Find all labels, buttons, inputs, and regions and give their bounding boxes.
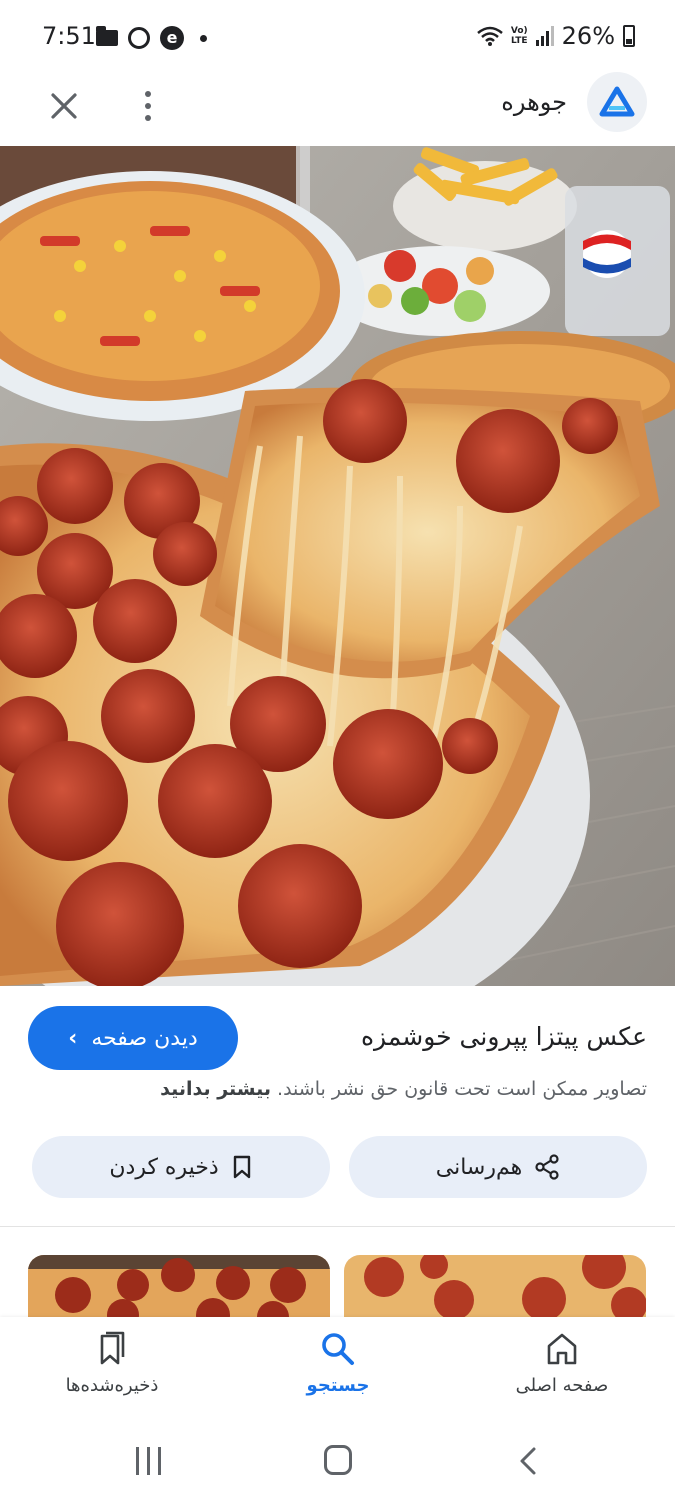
action-row: هم‌رسانی ذخیره کردن (0, 1136, 675, 1200)
chevron-left-icon: ‹ (68, 1025, 78, 1051)
folder-icon (96, 26, 118, 46)
search-icon (322, 1333, 354, 1365)
status-time: 7:51 (42, 22, 96, 50)
related-pizza-image (344, 1255, 646, 1317)
visit-page-label: دیدن صفحه (91, 1025, 198, 1051)
related-images (0, 1255, 675, 1317)
save-button[interactable]: ذخیره کردن (32, 1136, 330, 1198)
sync-icon (128, 27, 150, 49)
more-vert-icon[interactable] (134, 84, 162, 128)
back-icon[interactable] (514, 1445, 542, 1477)
battery-percent: 26% (561, 22, 615, 50)
nav-home[interactable]: صفحه اصلی (472, 1331, 652, 1417)
related-image-thumb[interactable] (344, 1255, 646, 1317)
top-app-bar: جوهره (0, 72, 675, 146)
bookmarks-icon (100, 1331, 125, 1365)
save-label: ذخیره کردن (109, 1154, 219, 1180)
battery-icon (623, 25, 635, 47)
system-status-icons: Vo) LTE 26% (477, 22, 635, 50)
more-notifications-dot-icon (200, 34, 207, 42)
bottom-navigation: ذخیره‌شده‌ها جستجو صفحه اصلی (0, 1317, 675, 1425)
home-icon (547, 1333, 577, 1365)
nav-search[interactable]: جستجو (248, 1331, 428, 1417)
share-icon (535, 1154, 559, 1180)
share-button[interactable]: هم‌رسانی (349, 1136, 647, 1198)
nav-home-label: صفحه اصلی (515, 1375, 609, 1396)
system-navigation-bar (0, 1425, 675, 1500)
recent-apps-icon[interactable] (136, 1447, 161, 1475)
copyright-notice: تصاویر ممکن است تحت قانون حق نشر باشند. … (160, 1078, 647, 1100)
related-pizza-image (28, 1255, 330, 1317)
nav-saved-label: ذخیره‌شده‌ها (65, 1375, 159, 1396)
volte-icon: Vo) LTE (510, 26, 528, 46)
learn-more-link[interactable]: بیشتر بدانید (160, 1078, 271, 1100)
nav-saved[interactable]: ذخیره‌شده‌ها (22, 1331, 202, 1417)
nav-search-label: جستجو (306, 1375, 370, 1396)
app-name: جوهره (501, 88, 567, 116)
close-icon[interactable] (44, 86, 84, 126)
visit-page-button[interactable]: ‹ دیدن صفحه (28, 1006, 238, 1070)
main-image[interactable] (0, 146, 675, 986)
copyright-text: تصاویر ممکن است تحت قانون حق نشر باشند. (277, 1078, 647, 1100)
notification-icons: e (96, 26, 207, 50)
signal-icon (535, 26, 554, 46)
system-home-icon[interactable] (324, 1445, 352, 1475)
divider (0, 1226, 675, 1227)
pizza-photo (0, 146, 675, 986)
e-app-icon: e (160, 26, 184, 50)
status-bar: 7:51 e Vo) LTE 26% (0, 0, 675, 72)
image-title: عکس پیتزا پپرونی خوشمزه (360, 1022, 647, 1051)
related-image-thumb[interactable] (28, 1255, 330, 1317)
app-logo[interactable] (587, 72, 647, 132)
image-info-row: ‹ دیدن صفحه عکس پیتزا پپرونی خوشمزه (0, 1006, 675, 1070)
wifi-icon (477, 26, 503, 46)
share-label: هم‌رسانی (435, 1154, 523, 1180)
triangle-logo-icon (599, 86, 635, 117)
bookmark-icon (233, 1155, 250, 1179)
